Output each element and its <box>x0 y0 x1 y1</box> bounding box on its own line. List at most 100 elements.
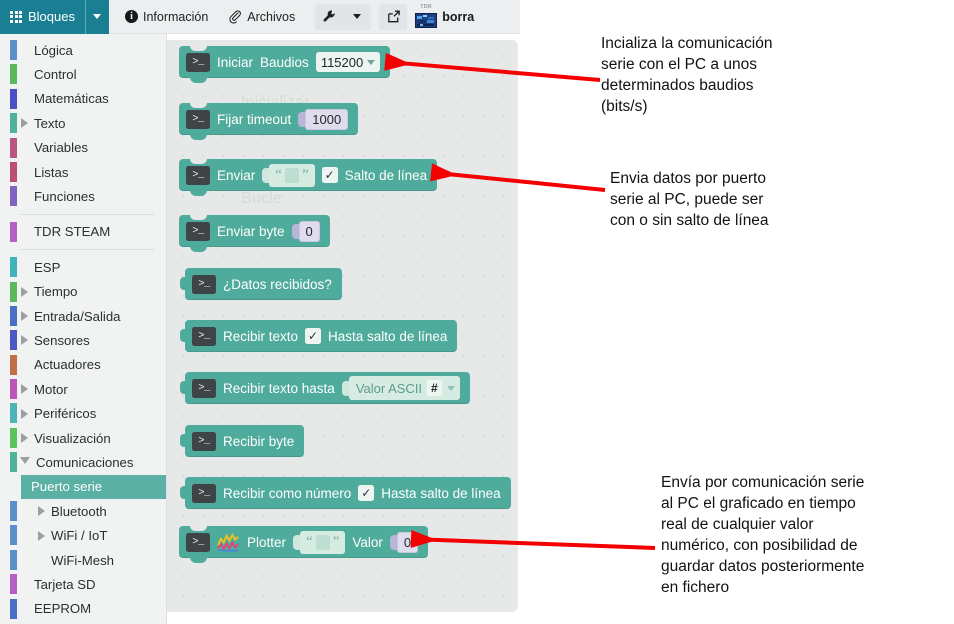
sidebar-item-funciones[interactable]: Funciones <box>0 184 166 208</box>
block-enviar[interactable]: >_ Enviar “” ✓ Salto de línea <box>179 159 438 196</box>
project-indicator[interactable]: TDR borra <box>407 3 475 28</box>
blocks-button[interactable]: Bloques <box>0 0 85 34</box>
sidebar-item-comunicaciones[interactable]: Comunicaciones <box>0 450 166 474</box>
files-tab[interactable]: Archivos <box>218 0 305 34</box>
info-circle-icon: i <box>124 10 138 23</box>
text-input-box[interactable] <box>284 167 299 183</box>
block-plotter[interactable]: >_ Plotter “” Valor 0 <box>179 526 429 563</box>
category-color-swatch <box>10 113 17 134</box>
category-color-swatch <box>10 161 17 182</box>
sidebar-item-actuadores[interactable]: Actuadores <box>0 353 166 377</box>
category-color-swatch <box>10 305 17 326</box>
block-text-socket[interactable]: “” <box>293 530 346 554</box>
number-input[interactable]: 0 <box>396 531 419 553</box>
project-name: borra <box>442 9 475 24</box>
ascii-value-field[interactable]: Valor ASCII # <box>348 376 460 400</box>
sidebar-item-control[interactable]: Control <box>0 62 166 86</box>
sidebar-item-label: Matemáticas <box>34 91 109 107</box>
sidebar-item-label: Sensores <box>34 332 90 348</box>
ascii-label: Valor ASCII <box>355 380 423 396</box>
socket-plug-icon <box>291 223 299 239</box>
terminal-icon: >_ <box>192 274 216 294</box>
terminal-icon: >_ <box>192 326 216 346</box>
block-label: Valor <box>352 534 383 550</box>
block-recibir-byte[interactable]: >_ Recibir byte <box>179 425 305 457</box>
block-label: Iniciar <box>217 54 254 70</box>
sidebar-item-perif-ricos[interactable]: Periféricos <box>0 401 166 425</box>
sidebar-item-label: Funciones <box>34 189 95 205</box>
category-color-swatch <box>10 330 17 351</box>
category-color-swatch <box>10 452 17 473</box>
block-recibir-texto-hasta[interactable]: >_ Recibir texto hasta Valor ASCII # <box>180 372 470 404</box>
sidebar-item-matem-ticas[interactable]: Matemáticas <box>0 87 166 111</box>
block-enviar-byte[interactable]: >_ Enviar byte 0 <box>179 215 330 252</box>
block-ascii-socket[interactable]: Valor ASCII # <box>341 376 460 400</box>
block-recibir-como-numero[interactable]: >_ Recibir como número ✓ Hasta salto de lín… <box>180 477 511 509</box>
category-color-swatch <box>10 549 17 570</box>
text-input-box[interactable] <box>315 534 330 550</box>
block-number-socket[interactable]: 1000 <box>298 108 349 130</box>
sidebar-item-label: Actuadores <box>34 357 101 373</box>
blocks-flyout[interactable]: InicializarBucle>_IniciarBaudios115200>_… <box>167 40 518 612</box>
sidebar-item-esp[interactable]: ESP <box>0 255 166 279</box>
terminal-icon: >_ <box>192 378 216 398</box>
info-tab[interactable]: i Información <box>115 0 218 34</box>
sidebar-item-wifi-iot[interactable]: WiFi / IoT <box>0 523 166 547</box>
tools-dropdown-button[interactable] <box>343 3 372 30</box>
block-label: ¿Datos recibidos? <box>223 276 332 292</box>
chevron-right-icon <box>21 384 28 395</box>
toolbox-sidebar[interactable]: Lógica Control Matemáticas Texto Variables Li… <box>0 34 167 624</box>
block-number-socket[interactable]: 0 <box>389 531 419 553</box>
category-color-swatch <box>10 281 17 302</box>
chevron-down-icon <box>446 385 455 391</box>
sidebar-item-tiempo[interactable]: Tiempo <box>0 280 166 304</box>
category-color-swatch <box>10 354 17 375</box>
sidebar-item-label: Entrada/Salida <box>34 308 121 324</box>
tdr-logo-text: TDR <box>420 3 433 10</box>
sidebar-item-puerto-serie[interactable]: Puerto serie <box>21 474 166 500</box>
terminal-icon: >_ <box>186 165 210 185</box>
sidebar-item-entrada-salida[interactable]: Entrada/Salida <box>0 304 166 328</box>
socket-plug-icon <box>389 534 397 550</box>
text-input[interactable]: “” <box>269 163 315 187</box>
sidebar-item-tarjeta-sd[interactable]: Tarjeta SD <box>0 572 166 596</box>
block-recibir-texto[interactable]: >_ Recibir texto ✓ Hasta salto de línea <box>179 320 458 352</box>
block-number-socket[interactable]: 0 <box>291 220 320 242</box>
block-iniciar-baudios[interactable]: >_ Iniciar Baudios 115200 <box>179 46 391 83</box>
sidebar-item-wifi-mesh[interactable]: WiFi-Mesh <box>0 548 166 572</box>
wrench-icon <box>323 10 335 22</box>
block-checkbox[interactable]: ✓ <box>305 328 322 344</box>
block-dropdown-field[interactable]: 115200 <box>315 52 381 72</box>
number-input[interactable]: 1000 <box>305 108 349 130</box>
block-checkbox[interactable]: ✓ <box>358 485 375 501</box>
category-color-swatch <box>10 64 17 85</box>
sidebar-item-bluetooth[interactable]: Bluetooth <box>0 499 166 523</box>
chevron-down-icon <box>353 14 362 19</box>
sidebar-item-sensores[interactable]: Sensores <box>0 328 166 352</box>
export-button[interactable] <box>379 3 408 30</box>
tools-button[interactable] <box>315 3 344 30</box>
terminal-icon: >_ <box>192 483 216 503</box>
sidebar-item-l-gica[interactable]: Lógica <box>0 38 166 62</box>
sidebar-item-label: Variables <box>34 140 88 156</box>
sidebar-item-visualizaci-n[interactable]: Visualización <box>0 426 166 450</box>
sidebar-item-listas[interactable]: Listas <box>0 160 166 184</box>
sidebar-item-eeprom[interactable]: EEPROM <box>0 597 166 621</box>
category-color-swatch <box>10 501 17 522</box>
sidebar-item-variables[interactable]: Variables <box>0 136 166 160</box>
category-color-swatch <box>10 186 17 207</box>
text-input[interactable]: “” <box>300 530 346 554</box>
chevron-right-icon <box>21 433 28 444</box>
sidebar-item-texto[interactable]: Texto <box>0 111 166 135</box>
sidebar-item-tdr-steam[interactable]: TDR STEAM <box>0 220 166 244</box>
blocks-dropdown-button[interactable] <box>84 0 109 34</box>
block-label: Salto de línea <box>344 167 428 183</box>
category-color-swatch <box>10 257 17 278</box>
number-input[interactable]: 0 <box>298 220 320 242</box>
sidebar-item-motor[interactable]: Motor <box>0 377 166 401</box>
block-text-socket[interactable]: “” <box>262 163 315 187</box>
block-fijar-timeout[interactable]: >_ Fijar timeout 1000 <box>179 103 359 140</box>
socket-plug-icon <box>262 167 270 183</box>
block-checkbox[interactable]: ✓ <box>321 167 338 183</box>
block-datos-recibidos[interactable]: >_ ¿Datos recibidos? <box>180 268 342 300</box>
